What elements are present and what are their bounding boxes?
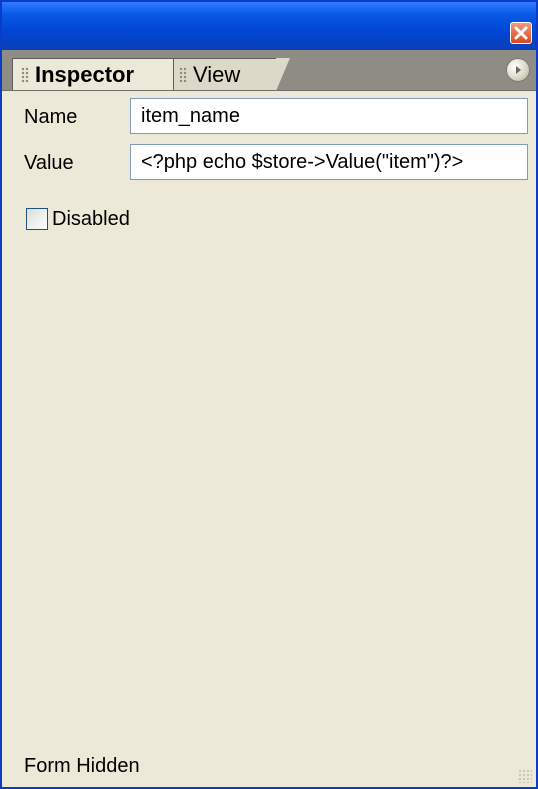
name-field[interactable] xyxy=(130,98,528,134)
disabled-checkbox[interactable] xyxy=(26,208,48,230)
tab-view[interactable]: View xyxy=(170,58,290,91)
value-row: Value xyxy=(2,144,536,184)
close-icon xyxy=(514,26,528,40)
tab-inspector[interactable]: Inspector xyxy=(12,58,174,90)
disabled-checkbox-row[interactable]: Disabled xyxy=(26,206,130,232)
tab-grip-icon xyxy=(179,66,187,83)
value-label: Value xyxy=(24,152,74,174)
name-row: Name xyxy=(2,98,536,138)
name-label: Name xyxy=(24,106,78,128)
panel-title-bar[interactable] xyxy=(2,2,536,50)
status-bar: Form Hidden xyxy=(2,751,536,787)
status-text: Form Hidden xyxy=(24,755,140,777)
tab-view-label: View xyxy=(193,61,241,87)
inspector-panel-window: Inspector View Name Value Disabled Form … xyxy=(0,0,538,789)
close-button[interactable] xyxy=(510,22,532,44)
tab-inspector-label: Inspector xyxy=(35,61,135,87)
panel-options-icon xyxy=(516,66,521,74)
value-field[interactable] xyxy=(130,144,528,180)
tab-grip-icon xyxy=(21,66,29,83)
tab-strip: Inspector View xyxy=(2,50,536,91)
panel-options-button[interactable] xyxy=(506,58,530,82)
disabled-checkbox-label[interactable]: Disabled xyxy=(52,208,130,231)
resize-grip-icon[interactable] xyxy=(518,769,532,783)
